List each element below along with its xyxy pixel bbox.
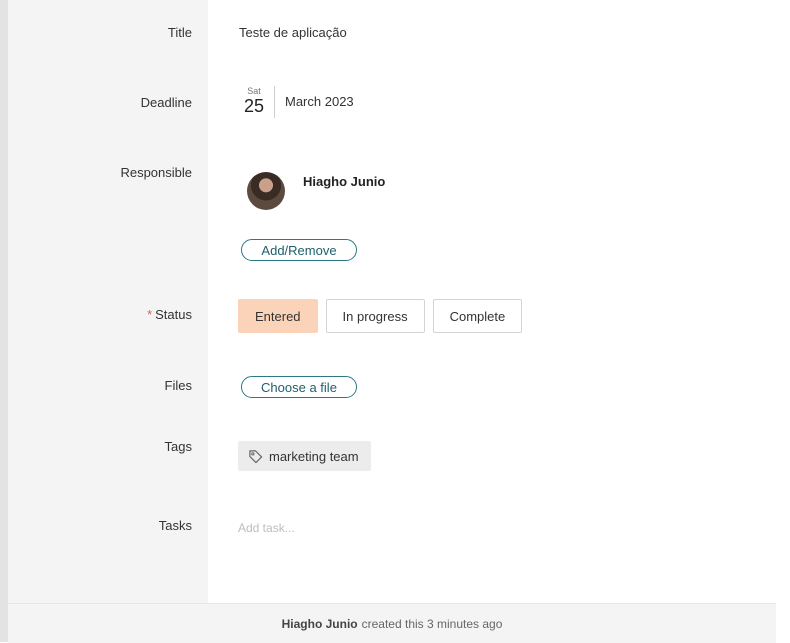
tag-icon	[249, 449, 263, 463]
status-label: * Status	[8, 307, 192, 322]
tags-label: Tags	[164, 439, 192, 454]
label-column	[8, 0, 208, 603]
tag-label: marketing team	[269, 448, 359, 464]
tag-chip[interactable]: marketing team	[238, 441, 371, 471]
deadline-day: 25	[243, 96, 265, 116]
responsible-name: Hiagho Junio	[303, 174, 386, 189]
avatar[interactable]	[247, 172, 285, 210]
deadline-day-of-week: Sat	[247, 86, 261, 96]
status-option-complete[interactable]: Complete	[432, 299, 523, 333]
required-mark: *	[147, 307, 153, 322]
title-label: Title	[167, 25, 192, 40]
activity-footer: Hiagho Junio created this 3 minutes ago	[8, 603, 776, 643]
status-option-in-progress[interactable]: In progress	[325, 299, 425, 333]
tasks-label: Tasks	[158, 518, 192, 533]
choose-file-button[interactable]: Choose a file	[241, 376, 357, 398]
deadline-date-box: Sat 25	[242, 86, 275, 118]
footer-author[interactable]: Hiagho Junio	[282, 617, 358, 631]
left-border-strip	[0, 0, 8, 642]
deadline-picker[interactable]: Sat 25 March 2023	[242, 86, 354, 120]
title-value[interactable]: Teste de aplicação	[239, 25, 347, 40]
status-option-entered[interactable]: Entered	[238, 299, 318, 333]
status-options: Entered In progress Complete	[238, 299, 523, 333]
right-edge	[776, 0, 790, 642]
deadline-month-year: March 2023	[285, 94, 354, 109]
add-remove-button[interactable]: Add/Remove	[241, 239, 357, 261]
footer-text: created this 3 minutes ago	[361, 616, 503, 631]
deadline-label: Deadline	[140, 95, 192, 110]
status-label-text: Status	[155, 307, 192, 322]
add-task-input[interactable]	[238, 518, 538, 538]
files-label: Files	[164, 378, 192, 393]
responsible-label: Responsible	[120, 165, 192, 180]
